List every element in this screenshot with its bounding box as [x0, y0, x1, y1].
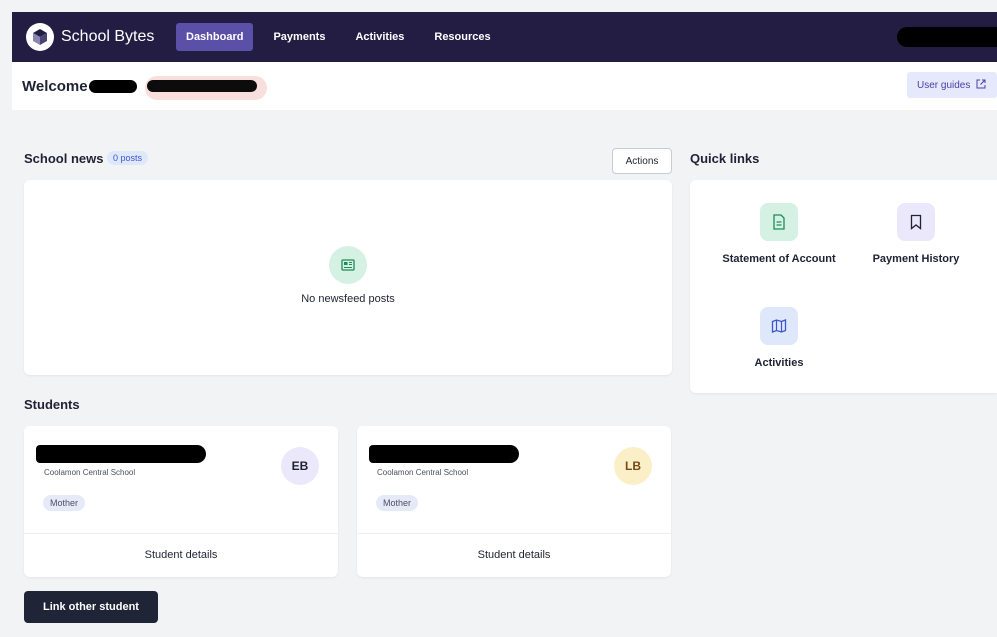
external-link-icon: [976, 79, 986, 92]
quick-link-activities[interactable]: Activities: [719, 307, 839, 372]
student-school: Coolamon Central School: [377, 468, 469, 477]
quick-links-card: Statement of Account Payment History Act…: [690, 180, 997, 393]
student-avatar: LB: [614, 447, 652, 485]
nav-activities[interactable]: Activities: [345, 23, 414, 51]
welcome-text: Welcome: [22, 77, 88, 95]
student-card: Coolamon Central School Mother EB Studen…: [24, 426, 338, 577]
brand-name: School Bytes: [61, 28, 155, 45]
bookmark-icon: [897, 203, 935, 241]
redacted-name-last: [146, 80, 257, 92]
user-menu-redacted[interactable]: [897, 27, 997, 47]
student-details-button[interactable]: Student details: [24, 533, 338, 577]
student-details-button[interactable]: Student details: [357, 533, 671, 577]
brand[interactable]: School Bytes: [26, 23, 176, 51]
no-posts-message: No newsfeed posts: [301, 293, 395, 305]
redacted-student-name: [369, 445, 519, 463]
posts-count-badge: 0 posts: [107, 151, 149, 165]
document-icon: [760, 203, 798, 241]
user-guides-label: User guides: [917, 79, 971, 91]
redacted-name-first: [88, 79, 137, 93]
nav-payments[interactable]: Payments: [263, 23, 335, 51]
actions-button[interactable]: Actions: [612, 148, 672, 174]
newspaper-icon: [329, 246, 367, 284]
nav-resources[interactable]: Resources: [424, 23, 500, 51]
quick-link-payment-history[interactable]: Payment History: [856, 203, 976, 268]
user-guides-button[interactable]: User guides: [907, 72, 997, 98]
relationship-badge: Mother: [376, 495, 419, 511]
quick-link-label: Activities: [754, 357, 804, 369]
quick-link-label: Payment History: [872, 253, 960, 265]
news-card: No newsfeed posts: [24, 180, 672, 375]
quick-link-statement[interactable]: Statement of Account: [719, 203, 839, 268]
student-avatar: EB: [281, 447, 319, 485]
quick-link-label: Statement of Account: [722, 253, 836, 265]
welcome-bar: Welcome User guides: [12, 62, 997, 110]
students-title: Students: [24, 397, 80, 412]
school-bytes-logo-icon: [26, 23, 54, 51]
school-news-title: School news: [24, 151, 104, 166]
redacted-student-name: [36, 445, 206, 463]
quick-links-title: Quick links: [690, 151, 760, 166]
link-other-student-button[interactable]: Link other student: [24, 591, 158, 623]
top-navbar: School Bytes Dashboard Payments Activiti…: [12, 12, 997, 62]
relationship-badge: Mother: [43, 495, 86, 511]
student-school: Coolamon Central School: [44, 468, 136, 477]
student-card: Coolamon Central School Mother LB Studen…: [357, 426, 671, 577]
map-icon: [760, 307, 798, 345]
nav-dashboard[interactable]: Dashboard: [176, 23, 254, 51]
